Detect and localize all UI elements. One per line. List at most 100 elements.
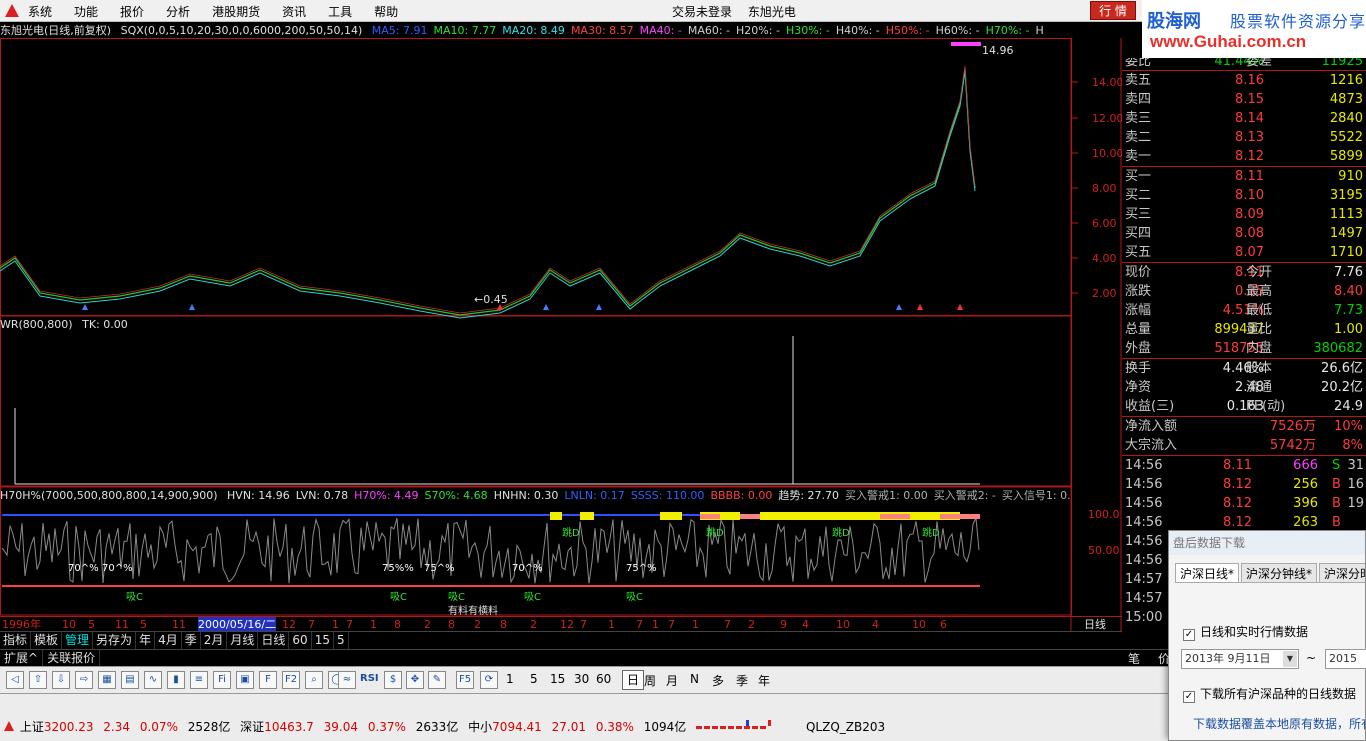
menu-system[interactable]: 系统 [28, 3, 52, 20]
tab-sh-sz-timeshare[interactable]: 沪深分时 [1319, 563, 1365, 582]
up-arrow-icon[interactable]: ⇧ [29, 671, 47, 689]
menu-function[interactable]: 功能 [74, 3, 98, 20]
quote-button[interactable]: 行 情 [1090, 1, 1136, 20]
menu-help[interactable]: 帮助 [374, 3, 398, 20]
menu-analysis[interactable]: 分析 [166, 3, 190, 20]
ask-row-volume: 4873 [1329, 92, 1363, 107]
f2-icon[interactable]: F2 [282, 671, 300, 689]
line-chart-icon[interactable]: ∿ [144, 671, 162, 689]
stock-icon[interactable]: $ [384, 671, 402, 689]
f5-icon[interactable]: F5 [456, 671, 474, 689]
stat-value: 24.9 [1334, 399, 1363, 414]
period-button[interactable]: 5 [530, 672, 538, 686]
f-icon[interactable]: F [259, 671, 277, 689]
flow-label: 大宗流入 [1125, 438, 1178, 453]
move-icon[interactable]: ✥ [406, 671, 424, 689]
tab-10[interactable]: 60 [289, 632, 312, 649]
report-icon[interactable]: ▣ [236, 671, 254, 689]
menu-tools[interactable]: 工具 [328, 3, 352, 20]
tab-12[interactable]: 5 [334, 632, 349, 649]
tab-8[interactable]: 月线 [227, 632, 259, 649]
f10-icon[interactable]: Fi [213, 671, 231, 689]
time-label: 2 [530, 618, 537, 631]
ask-row-volume: 1216 [1329, 73, 1363, 88]
rsi-icon[interactable]: ≈ [338, 671, 356, 689]
stat-label: 涨幅 [1125, 303, 1152, 318]
ask-row: 卖三 8.14 2840 [1122, 109, 1366, 128]
daily-data-checkbox[interactable]: ✓ 日线和实时行情数据 [1183, 623, 1308, 641]
h70-annotation: 70^% [512, 563, 543, 574]
price-line [0, 67, 976, 316]
back-arrow-icon[interactable]: ◁ [6, 671, 24, 689]
date-to-picker[interactable]: 2015年 [1325, 649, 1366, 669]
list-icon[interactable]: ≡ [190, 671, 208, 689]
stat-label: PE(动) [1246, 399, 1286, 414]
period-button[interactable]: 季 [736, 672, 748, 689]
rsi-text-icon[interactable]: RSI [360, 671, 379, 689]
download-dialog[interactable]: 盘后数据下载 沪深日线*沪深分钟线*沪深分时 ✓ 日线和实时行情数据 2013年 … [1168, 530, 1366, 741]
date-from-picker[interactable]: 2013年 9月11日 ▼ [1181, 649, 1299, 669]
tab-2[interactable]: 管理 [62, 632, 94, 649]
all-daily-checkbox[interactable]: ✓ 下载所有沪深品种的日线数据 [1183, 685, 1356, 703]
y-tick-label: 10.00 [1092, 147, 1122, 160]
time-label: 1996年 [2, 618, 41, 631]
period-label[interactable]: 日线 [1084, 617, 1106, 632]
related-quote-button[interactable]: 关联报价 [43, 650, 101, 666]
index-arrow-icon [4, 721, 14, 731]
table-icon[interactable]: ▤ [121, 671, 139, 689]
pencil-icon[interactable]: ✎ [428, 671, 446, 689]
tab-9[interactable]: 日线 [258, 632, 290, 649]
date-from-value: 2013年 9月11日 [1185, 652, 1271, 665]
period-button[interactable]: N [690, 672, 699, 686]
kline-icon[interactable]: ▮ [167, 671, 185, 689]
period-button[interactable]: 周 [644, 672, 656, 689]
kline-chart[interactable]: 东旭光电(日线,前复权) SQX(0,0,5,10,20,30,0,0,6000… [0, 22, 1122, 632]
period-button[interactable]: 30 [574, 672, 589, 686]
period-button[interactable]: 15 [550, 672, 565, 686]
tab-5[interactable]: 4月 [155, 632, 182, 649]
menu-hk-futures[interactable]: 港股期货 [212, 3, 260, 20]
tab-sh-sz-daily[interactable]: 沪深日线* [1175, 563, 1240, 582]
period-button[interactable]: 1 [506, 672, 514, 686]
time-label: 5 [88, 618, 95, 631]
search-icon[interactable]: ⌕ [305, 671, 323, 689]
brand-slogan: 股票软件资源分享 [1230, 12, 1366, 31]
period-button[interactable]: 日 [622, 670, 645, 690]
tab-3[interactable]: 另存为 [93, 632, 137, 649]
y-tick-label: 6.00 [1092, 217, 1117, 230]
tab-4[interactable]: 年 [136, 632, 156, 649]
tab-sh-sz-minute[interactable]: 沪深分钟线* [1241, 563, 1318, 582]
stat-label: 最低 [1246, 303, 1273, 318]
zx-label[interactable]: 中小 [468, 720, 492, 734]
server-name[interactable]: QLZQ_ZB203 [806, 720, 885, 734]
h70-y-axis: 100.0 50.00 [1088, 508, 1120, 557]
side-tab-bi[interactable]: 笔 [1128, 650, 1140, 667]
login-status[interactable]: 交易未登录 [672, 5, 732, 19]
stat-label: 内盘 [1246, 341, 1273, 356]
tab-6[interactable]: 季 [182, 632, 201, 649]
period-button[interactable]: 年 [758, 672, 770, 689]
sh-label[interactable]: 上证 [20, 720, 44, 734]
dialog-title[interactable]: 盘后数据下载 [1169, 531, 1365, 555]
period-button[interactable]: 月 [666, 672, 678, 689]
extend-button[interactable]: 扩展^ [0, 650, 44, 666]
menu-quote[interactable]: 报价 [120, 3, 144, 20]
tab-1[interactable]: 模板 [31, 632, 63, 649]
period-button[interactable]: 60 [596, 672, 611, 686]
down-arrow-icon[interactable]: ⇩ [52, 671, 70, 689]
tab-0[interactable]: 指标 [0, 632, 32, 649]
tab-11[interactable]: 15 [312, 632, 334, 649]
side-tab-jia[interactable]: 价 [1158, 650, 1170, 667]
forward-arrow-icon[interactable]: ⇨ [75, 671, 93, 689]
sz-label[interactable]: 深证 [240, 720, 264, 734]
menu-info[interactable]: 资讯 [282, 3, 306, 20]
time-label: 11 [115, 618, 129, 631]
ma-label: H [1035, 24, 1044, 37]
grid-icon[interactable]: ▦ [98, 671, 116, 689]
refresh-icon[interactable]: ⟳ [480, 671, 498, 689]
chart-canvas[interactable]: 14.00 12.00 10.00 8.00 6.00 4.00 2.00 14.96 ←0.… [0, 38, 1122, 632]
period-button[interactable]: 多 [712, 672, 724, 689]
tab-7[interactable]: 2月 [201, 632, 228, 649]
h70-value: 买入警戒1: 0.00 [845, 489, 928, 502]
calendar-dropdown-icon[interactable]: ▼ [1283, 651, 1297, 667]
